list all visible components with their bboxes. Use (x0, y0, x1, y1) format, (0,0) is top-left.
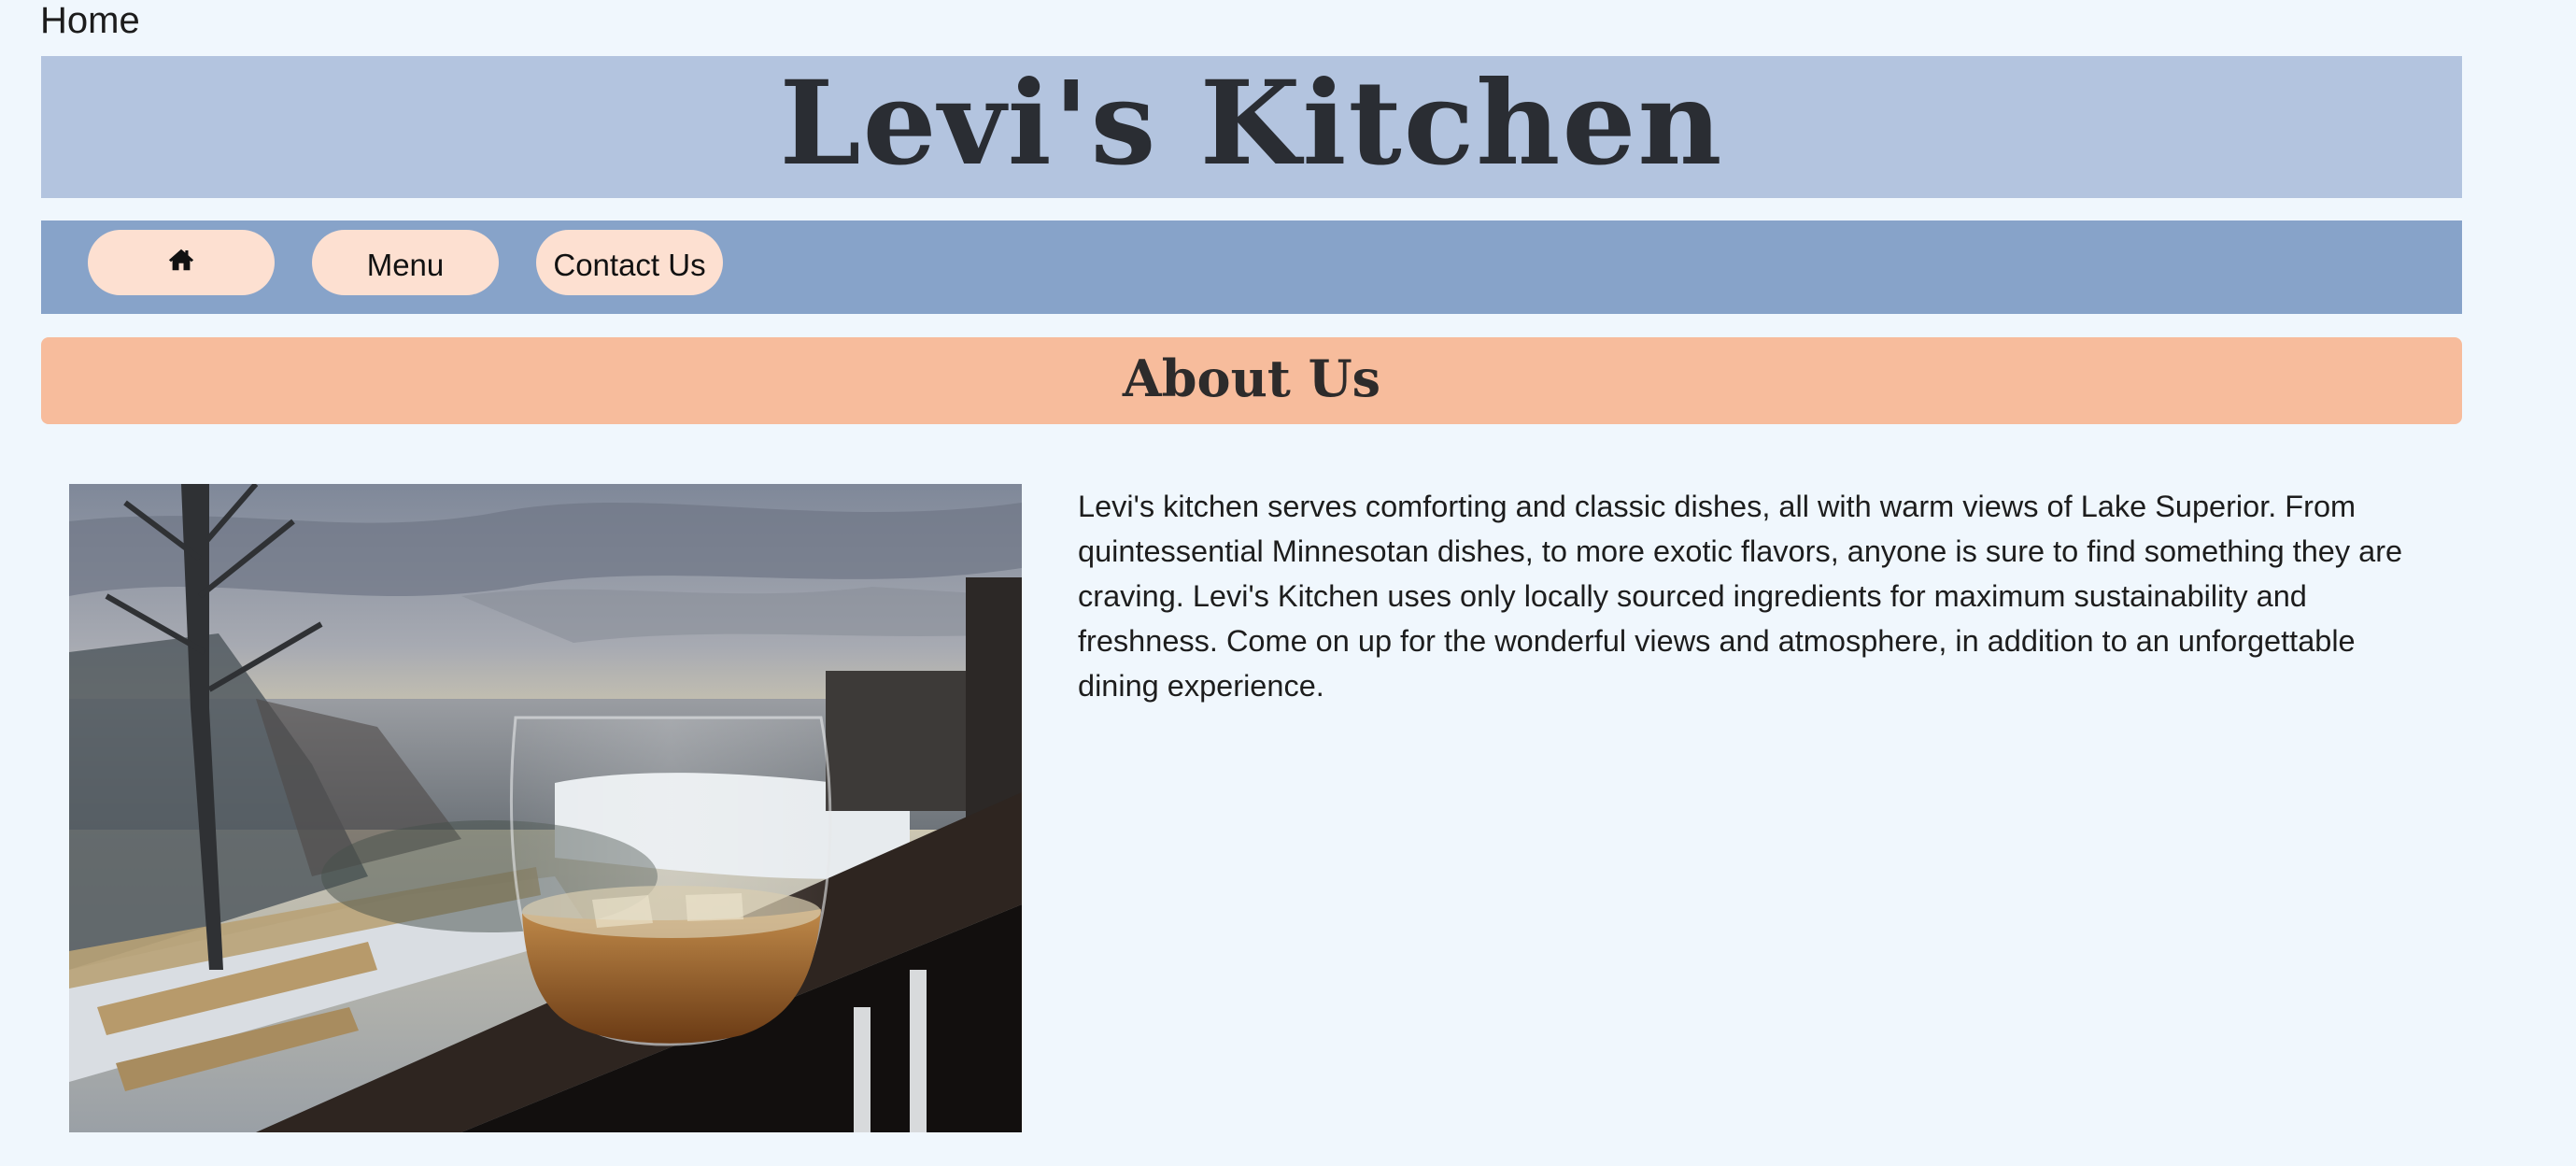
lake-view-photo (69, 484, 1022, 1132)
home-button[interactable] (88, 230, 275, 295)
home-icon (168, 249, 194, 271)
about-us-heading: About Us (1122, 348, 1381, 408)
contact-us-button-label: Contact Us (553, 248, 706, 282)
page: Home Levi's Kitchen Menu Contact Us Abou… (0, 0, 2576, 1166)
nav-bar: Menu Contact Us (41, 220, 2462, 314)
contact-us-button[interactable]: Contact Us (536, 230, 723, 295)
about-us-text: Levi's kitchen serves comforting and cla… (1078, 490, 2403, 703)
page-label: Home (40, 0, 140, 41)
site-title: Levi's Kitchen (779, 55, 1724, 192)
photo-illustration (69, 484, 1022, 1132)
site-banner: Levi's Kitchen (41, 56, 2462, 198)
menu-button[interactable]: Menu (312, 230, 499, 295)
about-us-heading-bar: About Us (41, 337, 2462, 424)
menu-button-label: Menu (366, 248, 445, 282)
